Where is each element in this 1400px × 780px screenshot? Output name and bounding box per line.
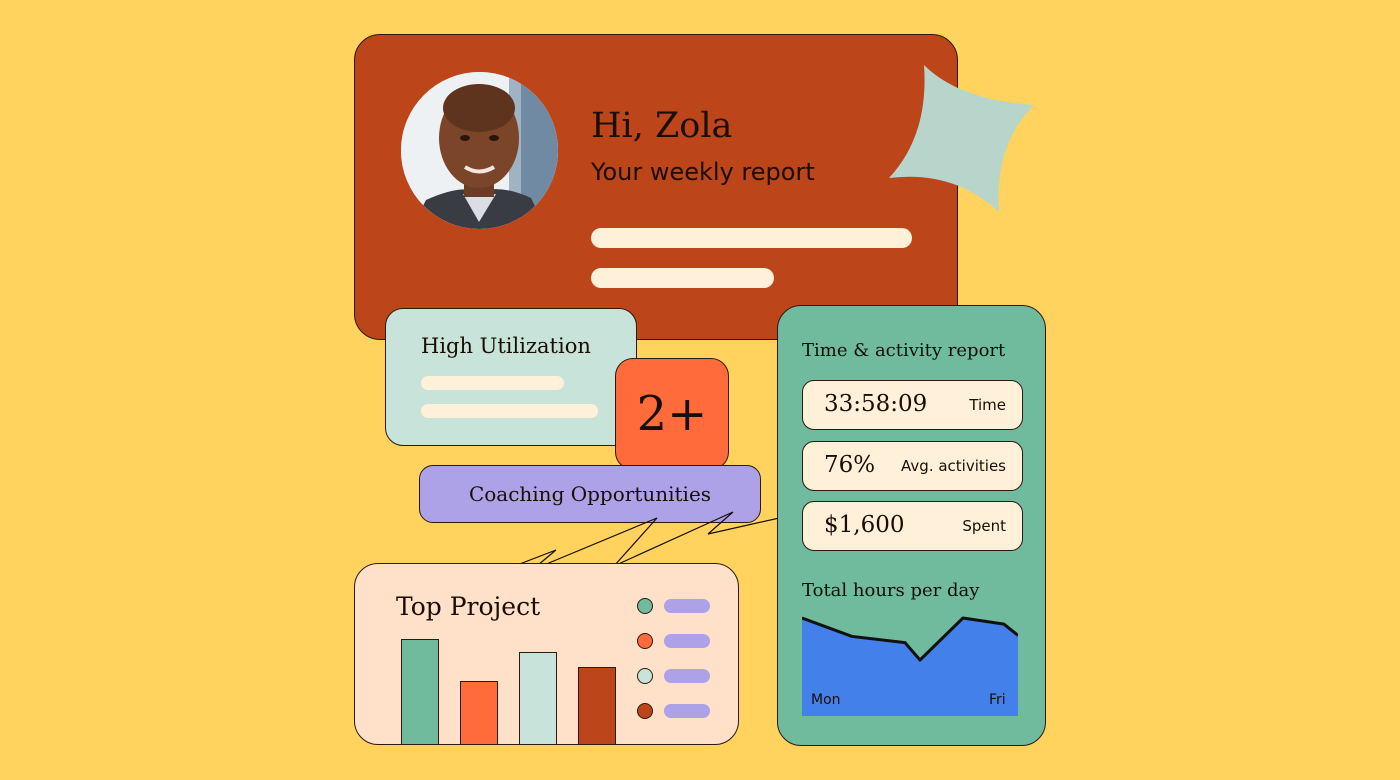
top-project-title: Top Project [396,592,541,621]
x-axis-end-label: Fri [989,692,1006,708]
report-subtitle: Your weekly report [591,158,815,186]
legend-item [637,632,710,649]
greeting-title: Hi, Zola [591,106,733,146]
stat-time: 33:58:09 Time [802,380,1023,430]
stat-spent: $1,600 Spent [802,501,1023,551]
legend-swatch [637,597,653,614]
stat-value: 76% [824,452,876,478]
stat-label: Time [969,396,1006,414]
sparkle-star-icon [889,65,1034,212]
hours-per-day-title: Total hours per day [802,580,980,601]
legend-label-placeholder [664,633,710,648]
bar [578,667,616,744]
avatar [401,72,558,229]
high-utilization-title: High Utilization [421,334,591,358]
x-axis-start-label: Mon [811,692,841,708]
avatar-photo-icon [401,72,558,229]
legend-swatch [637,632,653,649]
placeholder-line [591,228,912,248]
legend-item [637,702,710,719]
stat-value: $1,600 [824,512,905,538]
legend-label-placeholder [664,703,710,718]
bar [519,651,557,744]
top-project-legend [637,597,710,737]
legend-item [637,667,710,684]
utilization-count-badge: 2+ [615,358,729,470]
legend-label-placeholder [664,598,710,613]
time-activity-title: Time & activity report [802,340,1006,361]
stat-avg-activities: 76% Avg. activities [802,441,1023,491]
legend-swatch [637,702,653,719]
legend-label-placeholder [664,668,710,683]
legend-swatch [637,667,653,684]
stat-label: Avg. activities [901,457,1006,475]
placeholder-line [421,376,564,390]
placeholder-line [421,404,598,418]
bar [401,639,439,744]
placeholder-line [591,268,774,288]
stat-value: 33:58:09 [824,391,928,417]
bar [460,681,498,744]
legend-item [637,597,710,614]
stat-label: Spent [962,517,1006,535]
